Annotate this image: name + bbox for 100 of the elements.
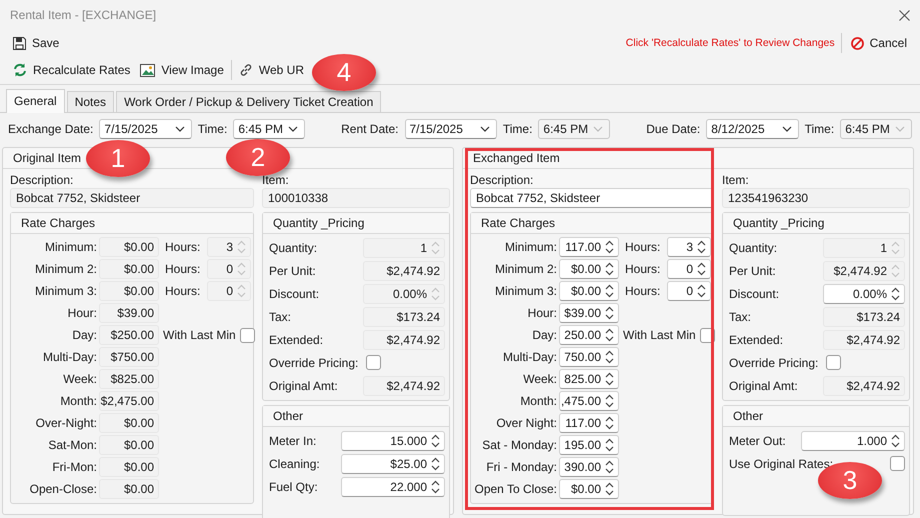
rate-field[interactable]: $0.00 — [99, 457, 159, 477]
time-picker[interactable]: 6:45 PM — [233, 119, 306, 139]
spinner-icon[interactable] — [605, 306, 614, 320]
rate-field[interactable]: $0.00 — [559, 281, 619, 301]
rate-field[interactable]: $750.00 — [99, 347, 159, 367]
rate-field[interactable]: 750.00 — [559, 347, 619, 367]
save-button[interactable]: Save — [10, 34, 62, 52]
field-label: Open To Close: — [474, 482, 557, 496]
spinner-icon[interactable] — [431, 434, 440, 448]
rate-field[interactable]: 825.00 — [559, 369, 619, 389]
value-field[interactable]: $25.00 — [341, 454, 445, 474]
spinner-icon[interactable] — [605, 328, 614, 342]
field-label: Discount: — [269, 286, 320, 300]
field-label: Open-Close: — [28, 482, 97, 496]
checkbox[interactable] — [890, 456, 905, 471]
spinner-icon[interactable] — [891, 286, 900, 300]
rate-field[interactable]: $0.00 — [99, 435, 159, 455]
rate-field[interactable]: $39.00 — [99, 303, 159, 323]
field-label: Extended: — [729, 332, 784, 346]
rate-field[interactable]: 195.00 — [559, 435, 619, 455]
rate-field[interactable]: 250.00 — [559, 325, 619, 345]
dropdown-icon[interactable] — [174, 126, 185, 132]
field-label: Extended: — [269, 332, 324, 346]
hours-field[interactable]: 0 — [207, 259, 251, 279]
hours-field[interactable]: 0 — [207, 281, 251, 301]
rate-field[interactable]: $2,475.00 — [99, 391, 159, 411]
spinner-icon[interactable] — [605, 350, 614, 364]
spinner-icon[interactable] — [605, 284, 614, 298]
value-field[interactable]: $2,474.92 — [363, 376, 445, 396]
spinner-icon[interactable] — [891, 434, 900, 448]
value-field[interactable]: $2,474.92 — [363, 330, 445, 350]
value-field[interactable]: $2,474.92 — [823, 260, 905, 280]
rate-field[interactable]: $0.00 — [559, 259, 619, 279]
dropdown-icon[interactable] — [480, 126, 490, 132]
value-field[interactable]: 22.000 — [341, 476, 445, 496]
spinner-icon[interactable] — [605, 394, 614, 408]
checkbox[interactable] — [826, 355, 842, 370]
spinner-icon[interactable] — [605, 240, 614, 254]
toolbar-button[interactable]: Recalculate Rates — [10, 61, 134, 79]
rate-field[interactable]: $0.00 — [99, 479, 159, 499]
rate-field[interactable]: ,475.00 — [559, 391, 619, 411]
dropdown-icon[interactable] — [782, 126, 792, 132]
dropdown-icon[interactable] — [288, 126, 298, 132]
description-field[interactable]: Bobcat 7752, Skidsteer — [470, 188, 714, 208]
value-field[interactable]: 1 — [823, 238, 905, 258]
field-label: Description: — [10, 172, 74, 188]
rate-field[interactable]: $0.00 — [99, 413, 159, 433]
checkbox[interactable] — [366, 355, 382, 370]
item-field[interactable]: 123541963230 — [722, 188, 910, 208]
value-field[interactable]: $173.24 — [363, 306, 445, 326]
item-field[interactable]: 100010338 — [262, 188, 450, 208]
field-label: Due Date: — [646, 122, 700, 136]
date-picker[interactable]: 7/15/2025 — [99, 119, 192, 139]
hours-field[interactable]: 0 — [667, 281, 711, 301]
spinner-icon[interactable] — [605, 262, 614, 276]
spinner-icon[interactable] — [697, 262, 706, 276]
toolbar-button[interactable]: View Image — [137, 61, 227, 79]
tab[interactable]: General — [6, 89, 65, 113]
date-picker[interactable]: 7/15/2025 — [404, 119, 497, 139]
spinner-icon[interactable] — [697, 284, 706, 298]
hours-field[interactable]: 0 — [667, 259, 711, 279]
hours-field[interactable]: 3 — [667, 237, 711, 257]
rate-field[interactable]: $825.00 — [99, 369, 159, 389]
spinner-icon[interactable] — [697, 240, 706, 254]
value-field[interactable]: $2,474.92 — [823, 330, 905, 350]
rate-field[interactable]: 117.00 — [559, 413, 619, 433]
value-field[interactable]: 1 — [363, 238, 445, 258]
checkbox-label: Override Pricing: — [729, 356, 818, 370]
value-field[interactable]: $173.24 — [823, 306, 905, 326]
toolbar-button[interactable]: Web UR — [236, 61, 307, 79]
rate-field[interactable]: $39.00 — [559, 303, 619, 323]
spinner-icon[interactable] — [431, 480, 440, 494]
hours-field[interactable]: 3 — [207, 237, 251, 257]
rate-field[interactable]: 390.00 — [559, 457, 619, 477]
value-field[interactable]: 0.00% — [823, 284, 905, 304]
rate-field[interactable]: $0.00 — [99, 281, 159, 301]
rate-field[interactable]: $250.00 — [99, 325, 159, 345]
spinner-icon[interactable] — [605, 460, 614, 474]
tab[interactable]: Notes — [66, 91, 114, 112]
spinner-icon[interactable] — [605, 416, 614, 430]
value-field[interactable]: 15.000 — [341, 430, 445, 450]
rate-field[interactable]: $0.00 — [99, 237, 159, 257]
rate-field[interactable]: $0.00 — [99, 259, 159, 279]
rate-field[interactable]: 117.00 — [559, 237, 619, 257]
close-icon[interactable] — [899, 10, 910, 20]
spinner-icon[interactable] — [605, 438, 614, 452]
field-label: Original Amt: — [269, 378, 338, 392]
value-field[interactable]: $2,474.92 — [823, 376, 905, 396]
description-field[interactable]: Bobcat 7752, Skidsteer — [10, 188, 254, 208]
tab[interactable]: Work Order / Pickup & Delivery Ticket Creation — [116, 91, 382, 112]
spinner-icon[interactable] — [605, 482, 614, 496]
spinner-icon[interactable] — [431, 456, 440, 470]
checkbox[interactable] — [240, 328, 255, 342]
rate-field[interactable]: $0.00 — [559, 479, 619, 499]
date-picker[interactable]: 8/12/2025 — [706, 119, 799, 139]
spinner-icon[interactable] — [605, 372, 614, 386]
cancel-button[interactable]: Cancel — [848, 34, 910, 52]
value-field[interactable]: $2,474.92 — [363, 260, 445, 280]
value-field[interactable]: 0.00% — [363, 284, 445, 304]
value-field[interactable]: 1.000 — [801, 430, 905, 450]
